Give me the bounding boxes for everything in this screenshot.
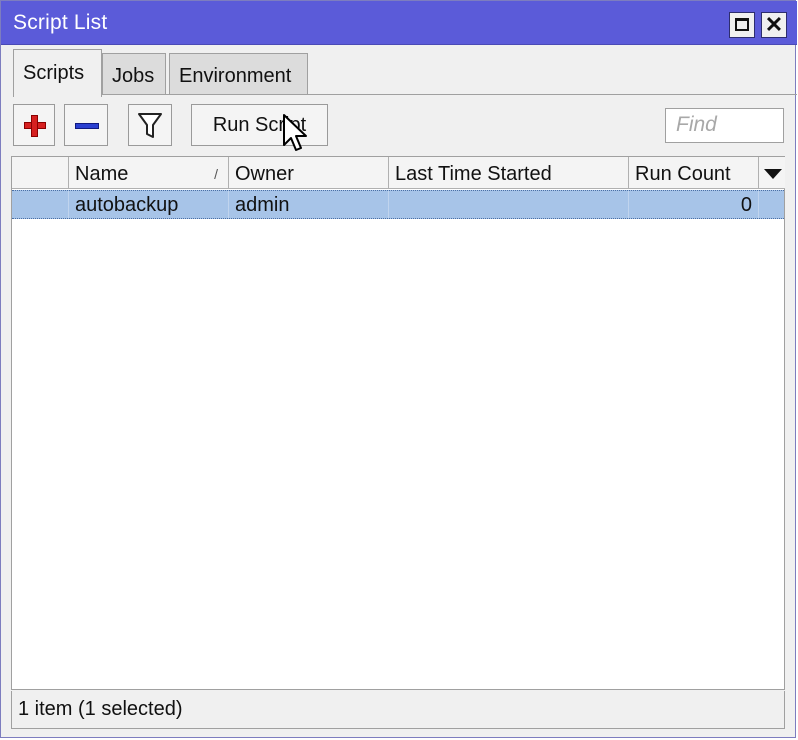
column-header-owner[interactable]: Owner [229, 157, 389, 189]
maximize-button[interactable] [729, 12, 755, 38]
script-list-window: Script List ✕ Scripts Jobs Environment R… [0, 0, 797, 738]
cell-run-count: 0 [629, 191, 759, 218]
tab-divider [101, 94, 797, 95]
filter-button[interactable] [128, 104, 172, 146]
column-header-name-label: Name [75, 163, 129, 185]
tab-jobs[interactable]: Jobs [102, 53, 166, 95]
remove-button[interactable] [64, 104, 108, 146]
status-text: 1 item (1 selected) [18, 698, 183, 720]
minus-icon [75, 123, 99, 129]
row-marker-cell [12, 191, 69, 218]
close-icon: ✕ [764, 12, 784, 37]
chevron-down-icon [764, 169, 782, 179]
close-button[interactable]: ✕ [761, 12, 787, 38]
column-header-blank[interactable] [12, 157, 69, 189]
find-input[interactable]: Find [665, 108, 784, 143]
column-header-run-count[interactable]: Run Count [629, 157, 759, 189]
table-row[interactable]: autobackup admin 0 [12, 190, 784, 219]
cell-owner: admin [229, 191, 389, 218]
tab-environment[interactable]: Environment [169, 53, 308, 95]
title-bar[interactable]: Script List ✕ [1, 1, 797, 45]
cell-last-time-started [389, 191, 629, 218]
add-button[interactable] [13, 104, 55, 146]
maximize-icon [735, 18, 749, 31]
cell-name: autobackup [69, 191, 229, 218]
tab-scripts[interactable]: Scripts [13, 49, 102, 97]
column-header-last-time-started[interactable]: Last Time Started [389, 157, 629, 189]
scripts-table: Name / Owner Last Time Started Run Count… [11, 156, 785, 690]
mouse-pointer-icon [283, 114, 307, 151]
filter-icon [138, 113, 162, 138]
column-menu-button[interactable] [759, 157, 785, 189]
window-title: Script List [13, 11, 108, 34]
status-bar: 1 item (1 selected) [11, 691, 785, 729]
sort-indicator-icon: / [214, 166, 218, 182]
column-header-name[interactable]: Name / [69, 157, 229, 189]
